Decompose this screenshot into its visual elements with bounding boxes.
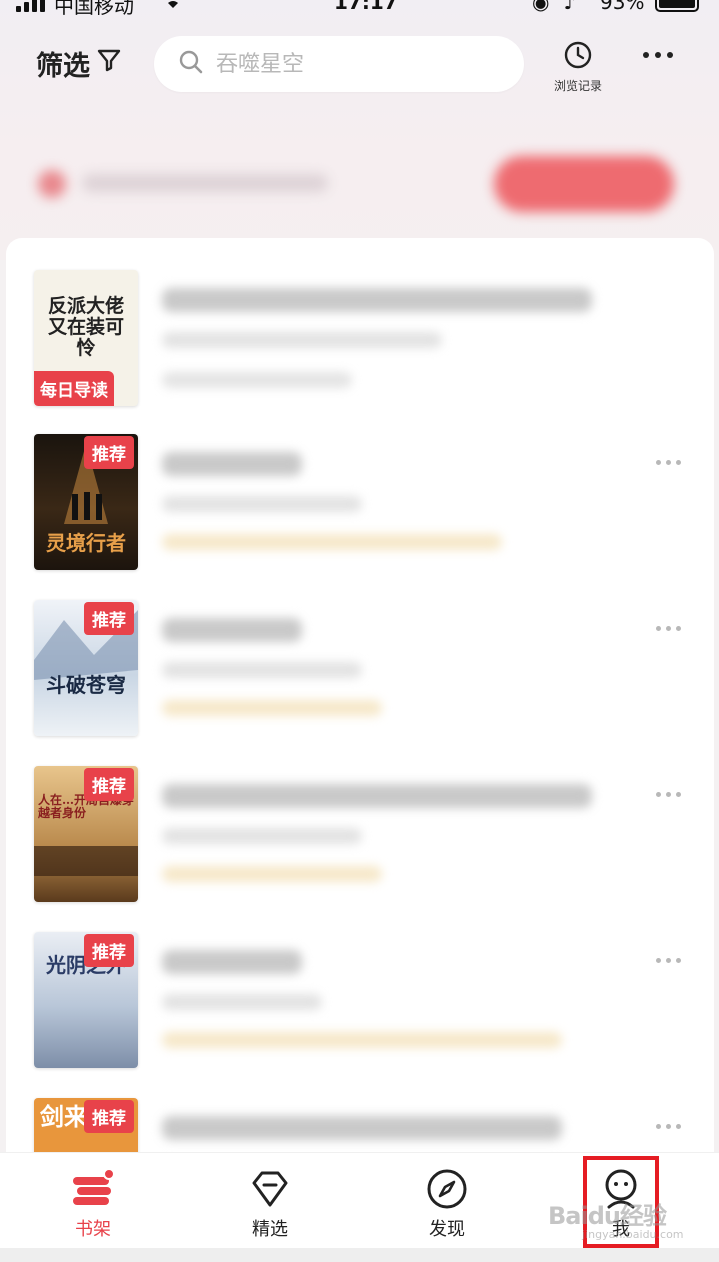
music-icon: ♪ xyxy=(563,0,577,14)
diamond-icon xyxy=(248,1167,292,1211)
watermark-logo: Baidu经验 xyxy=(548,1202,667,1230)
signal-icon xyxy=(16,0,45,12)
book-cover[interactable]: 剑来 推荐 xyxy=(34,1098,138,1158)
item-more-button[interactable] xyxy=(656,626,681,631)
status-bar: 中国移动 17:17 ◉ ♪ 93% xyxy=(0,0,719,20)
bottom-strip xyxy=(0,1248,719,1262)
tab-featured[interactable]: 精选 xyxy=(215,1153,325,1249)
book-cover[interactable]: 斗破苍穹 推荐 xyxy=(34,600,138,736)
rotation-lock-icon: ◉ xyxy=(532,0,550,14)
history-button[interactable]: 浏览记录 xyxy=(548,40,608,94)
recommend-badge: 推荐 xyxy=(84,602,134,635)
book-cover[interactable]: 人在…开局自爆穿越者身份 推荐 xyxy=(34,766,138,902)
item-more-button[interactable] xyxy=(656,958,681,963)
daily-read-badge: 每日导读 xyxy=(34,371,114,406)
search-icon xyxy=(178,49,204,79)
tab-bookshelf[interactable]: 书架 xyxy=(38,1153,148,1249)
clock: 17:17 xyxy=(334,0,398,14)
filter-button[interactable]: 筛选 xyxy=(36,44,122,83)
item-more-button[interactable] xyxy=(656,1124,681,1129)
battery-icon xyxy=(655,0,699,12)
history-icon xyxy=(563,40,593,74)
book-cover[interactable]: 灵境行者 推荐 xyxy=(34,434,138,570)
bookshelf-list: 反派大佬又在装可怜 每日导读 灵境行者 推荐 斗破苍穹 推荐 人在…开局自 越者… xyxy=(6,238,714,1158)
compass-icon xyxy=(425,1167,469,1211)
promo-banner[interactable] xyxy=(20,150,700,220)
list-item[interactable]: 光阴之外 推荐 xyxy=(6,932,714,1072)
list-item[interactable]: 人在…开局自爆穿越者身份 推荐 xyxy=(6,766,714,906)
tab-discover[interactable]: 发现 xyxy=(392,1153,502,1249)
recommend-badge: 推荐 xyxy=(84,768,134,801)
cover-title: 灵境行者 xyxy=(46,531,126,555)
tab-label: 精选 xyxy=(252,1219,288,1240)
wifi-icon xyxy=(160,0,186,15)
list-item[interactable]: 剑来 推荐 xyxy=(6,1098,714,1158)
list-item[interactable]: 反派大佬又在装可怜 每日导读 xyxy=(6,270,714,410)
recommend-badge: 推荐 xyxy=(84,934,134,967)
list-item[interactable]: 斗破苍穹 推荐 xyxy=(6,600,714,740)
battery-percent: 93% xyxy=(600,0,645,14)
list-item[interactable]: 灵境行者 推荐 xyxy=(6,434,714,574)
cover-title: 斗破苍穹 xyxy=(46,673,126,697)
history-label: 浏览记录 xyxy=(553,79,602,93)
bookshelf-icon xyxy=(69,1167,117,1211)
carrier-name: 中国移动 xyxy=(54,0,134,18)
tab-label: 发现 xyxy=(429,1219,465,1240)
item-more-button[interactable] xyxy=(656,460,681,465)
more-options-button[interactable] xyxy=(643,52,673,58)
book-cover[interactable]: 光阴之外 推荐 xyxy=(34,932,138,1068)
cover-title: 反派大佬又在装可怜 xyxy=(47,295,124,359)
item-more-button[interactable] xyxy=(656,792,681,797)
recommend-badge: 推荐 xyxy=(84,436,134,469)
search-input[interactable] xyxy=(216,51,496,77)
watermark-url: jingyan.baidu.com xyxy=(582,1228,684,1241)
filter-label: 筛选 xyxy=(36,51,90,82)
filter-icon xyxy=(96,47,122,80)
recommend-badge: 推荐 xyxy=(84,1100,134,1133)
search-bar[interactable] xyxy=(154,36,524,92)
book-cover[interactable]: 反派大佬又在装可怜 每日导读 xyxy=(34,270,138,406)
tab-label: 书架 xyxy=(75,1219,111,1240)
